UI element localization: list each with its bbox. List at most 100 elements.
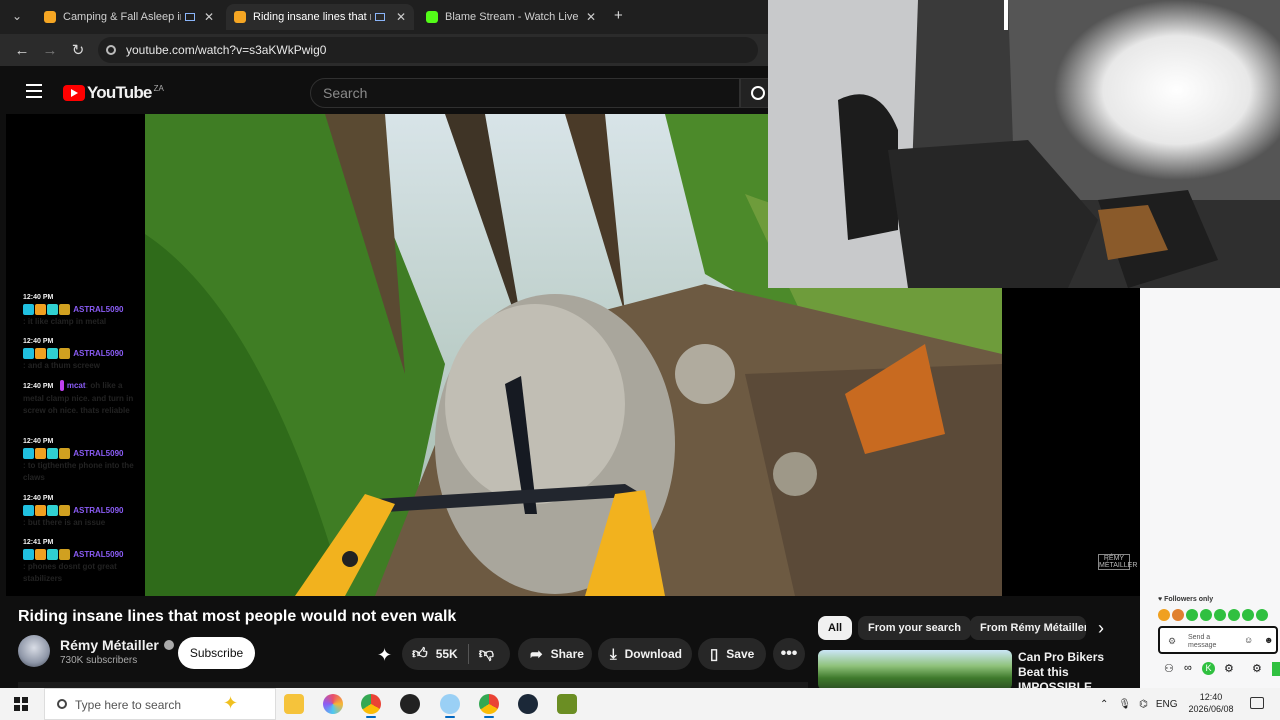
link-icon[interactable]: ∞ <box>1184 662 1192 674</box>
share-label: Share <box>550 647 584 661</box>
bookmark-icon: ▯ <box>710 646 719 663</box>
tab-close-icon[interactable]: ✕ <box>586 10 596 24</box>
new-tab-button[interactable]: + <box>614 7 623 24</box>
chat-badges <box>23 549 71 561</box>
reload-icon[interactable]: ↻ <box>64 41 92 59</box>
recommended-video-thumbnail[interactable] <box>818 650 1012 690</box>
browser-tab-bar: ⌄ Camping & Fall Asleep in H ✕ Riding in… <box>0 0 768 34</box>
mic-badge-icon <box>59 380 64 392</box>
chip-from-channel[interactable]: From Rémy Métailler <box>970 616 1086 640</box>
dislike-button[interactable]: 👎︎ <box>469 638 504 670</box>
like-dislike-group: 👍︎ 55K 👎︎ <box>402 638 510 670</box>
network-icon[interactable]: ⌬ <box>1139 699 1148 710</box>
emote-icon[interactable] <box>1214 609 1226 621</box>
show-hidden-icons-icon[interactable]: ⌃ <box>1100 699 1108 710</box>
url-input[interactable]: youtube.com/watch?v=s3aKWkPwig0 <box>98 37 758 63</box>
back-arrow-icon[interactable]: ← <box>8 42 36 59</box>
minecraft-icon[interactable] <box>557 694 577 714</box>
emote-icon[interactable] <box>1242 609 1254 621</box>
search-icon[interactable] <box>740 78 770 108</box>
chrome-profile-icon[interactable] <box>479 694 499 718</box>
clock-date: 2026/06/08 <box>1188 704 1234 714</box>
tab-close-icon[interactable]: ✕ <box>396 10 406 24</box>
tab-camping[interactable]: Camping & Fall Asleep in H ✕ <box>36 4 222 30</box>
tab-list-menu-button[interactable]: ⌄ <box>12 9 22 23</box>
like-button[interactable]: 👍︎ 55K <box>402 638 468 670</box>
share-button[interactable]: ➦ Share <box>518 638 592 670</box>
menu-icon[interactable] <box>26 84 42 98</box>
notifications-icon[interactable] <box>1250 697 1264 709</box>
app-icon[interactable] <box>440 694 460 718</box>
chat-settings-icon[interactable]: ⚙ <box>1252 662 1262 675</box>
chat-text: : phones dosnt got great stabilizers <box>23 562 117 584</box>
save-button[interactable]: ▯ Save <box>698 638 766 670</box>
subscribe-button[interactable]: Subscribe <box>178 637 255 669</box>
more-actions-button[interactable]: ••• <box>773 638 805 670</box>
chip-from-your-search[interactable]: From your search <box>858 616 971 640</box>
microphone-icon[interactable]: 🎙︎ <box>1118 699 1131 710</box>
windows-start-icon[interactable] <box>14 697 28 711</box>
chat-username[interactable]: ASTRAL5090 <box>73 550 123 559</box>
chat-badges <box>23 348 71 360</box>
emoji-icon[interactable]: ☻ <box>1264 635 1273 645</box>
emote-icon[interactable] <box>1256 609 1268 621</box>
chevron-right-icon[interactable]: › <box>1098 618 1104 639</box>
emote-icon[interactable] <box>1158 609 1170 621</box>
chat-text: : to tigthenthe phone into the claws <box>23 461 134 483</box>
site-info-icon[interactable] <box>106 45 116 55</box>
settings-icon[interactable]: ⚙ <box>1224 662 1234 675</box>
chat-badges <box>23 304 71 316</box>
tab-blame-stream[interactable]: Blame Stream - Watch Live on ✕ <box>418 4 604 30</box>
photos-app-icon[interactable] <box>323 694 343 714</box>
tab-close-icon[interactable]: ✕ <box>204 10 214 24</box>
chat-username[interactable]: mcat <box>67 381 86 390</box>
tab-riding-insane-lines[interactable]: Riding insane lines that mo ✕ <box>226 4 414 30</box>
steam-icon[interactable] <box>518 694 538 714</box>
subscriber-count: 730K subscribers <box>60 655 138 666</box>
forward-arrow-icon[interactable]: → <box>36 42 64 59</box>
obs-icon[interactable] <box>400 694 420 714</box>
screen-share-icon <box>375 13 385 21</box>
channel-name[interactable]: Rémy Métailler <box>60 637 174 653</box>
chat-message: 12:40 PM ASTRAL5090 : to tigthenthe phon… <box>23 436 139 484</box>
chat-username[interactable]: ASTRAL5090 <box>73 449 123 458</box>
file-explorer-icon[interactable] <box>284 694 304 714</box>
recommended-video-title[interactable]: Can Pro Bikers Beat this IMPOSSIBLE Obst… <box>1018 650 1128 688</box>
chat-message-input[interactable]: ⚙ Send a message ☺ ☻ <box>1158 626 1278 654</box>
emote-picker-icon[interactable]: ☺ <box>1244 635 1253 645</box>
send-button[interactable] <box>1272 662 1280 676</box>
video-watermark: RÉMY MÉTAILLER <box>1098 554 1138 570</box>
clock-time: 12:40 <box>1199 692 1223 702</box>
channel-avatar[interactable] <box>18 635 50 667</box>
kick-icon[interactable]: K <box>1202 662 1215 675</box>
taskbar-clock[interactable]: 12:40 2026/06/08 <box>1188 691 1234 715</box>
address-bar-row: ← → ↻ youtube.com/watch?v=s3aKWkPwig0 <box>0 34 768 66</box>
tab-favicon-icon <box>44 11 56 23</box>
chat-text: : it like clamp in metal <box>23 317 107 327</box>
chip-all[interactable]: All <box>818 616 853 640</box>
ask-ai-sparkle-icon[interactable]: ✦ <box>377 645 392 666</box>
chat-timestamp: 12:40 PM <box>23 294 54 301</box>
youtube-play-icon <box>63 85 85 101</box>
download-button[interactable]: ⤓ Download <box>598 638 692 670</box>
input-language[interactable]: ENG <box>1156 699 1178 710</box>
emote-icon[interactable] <box>1172 609 1184 621</box>
settings-gear-icon[interactable]: ⚙ <box>1168 636 1176 647</box>
chat-username[interactable]: ASTRAL5090 <box>73 506 123 515</box>
chat-username[interactable]: ASTRAL5090 <box>73 305 123 314</box>
emote-icon[interactable] <box>1186 609 1198 621</box>
emote-icon[interactable] <box>1200 609 1212 621</box>
chrome-icon[interactable] <box>361 694 381 718</box>
chat-timestamp: 12:41 PM <box>23 539 54 546</box>
thumbs-down-icon: 👎︎ <box>478 645 494 662</box>
taskbar-search-input[interactable]: Type here to search ✦ <box>44 688 276 720</box>
thumbs-up-icon: 👍︎ <box>412 645 428 662</box>
youtube-logo[interactable]: YouTube ZA <box>63 83 164 103</box>
emote-icon[interactable] <box>1228 609 1240 621</box>
chat-username[interactable]: ASTRAL5090 <box>73 349 123 358</box>
youtube-wordmark: YouTube <box>87 83 152 102</box>
users-icon[interactable]: ⚇ <box>1164 662 1174 675</box>
search-input[interactable]: Search <box>310 78 740 108</box>
system-tray: ⌃ 🎙︎ ⌬ ENG <box>1100 688 1178 720</box>
taskbar-search-placeholder: Type here to search <box>75 698 182 712</box>
